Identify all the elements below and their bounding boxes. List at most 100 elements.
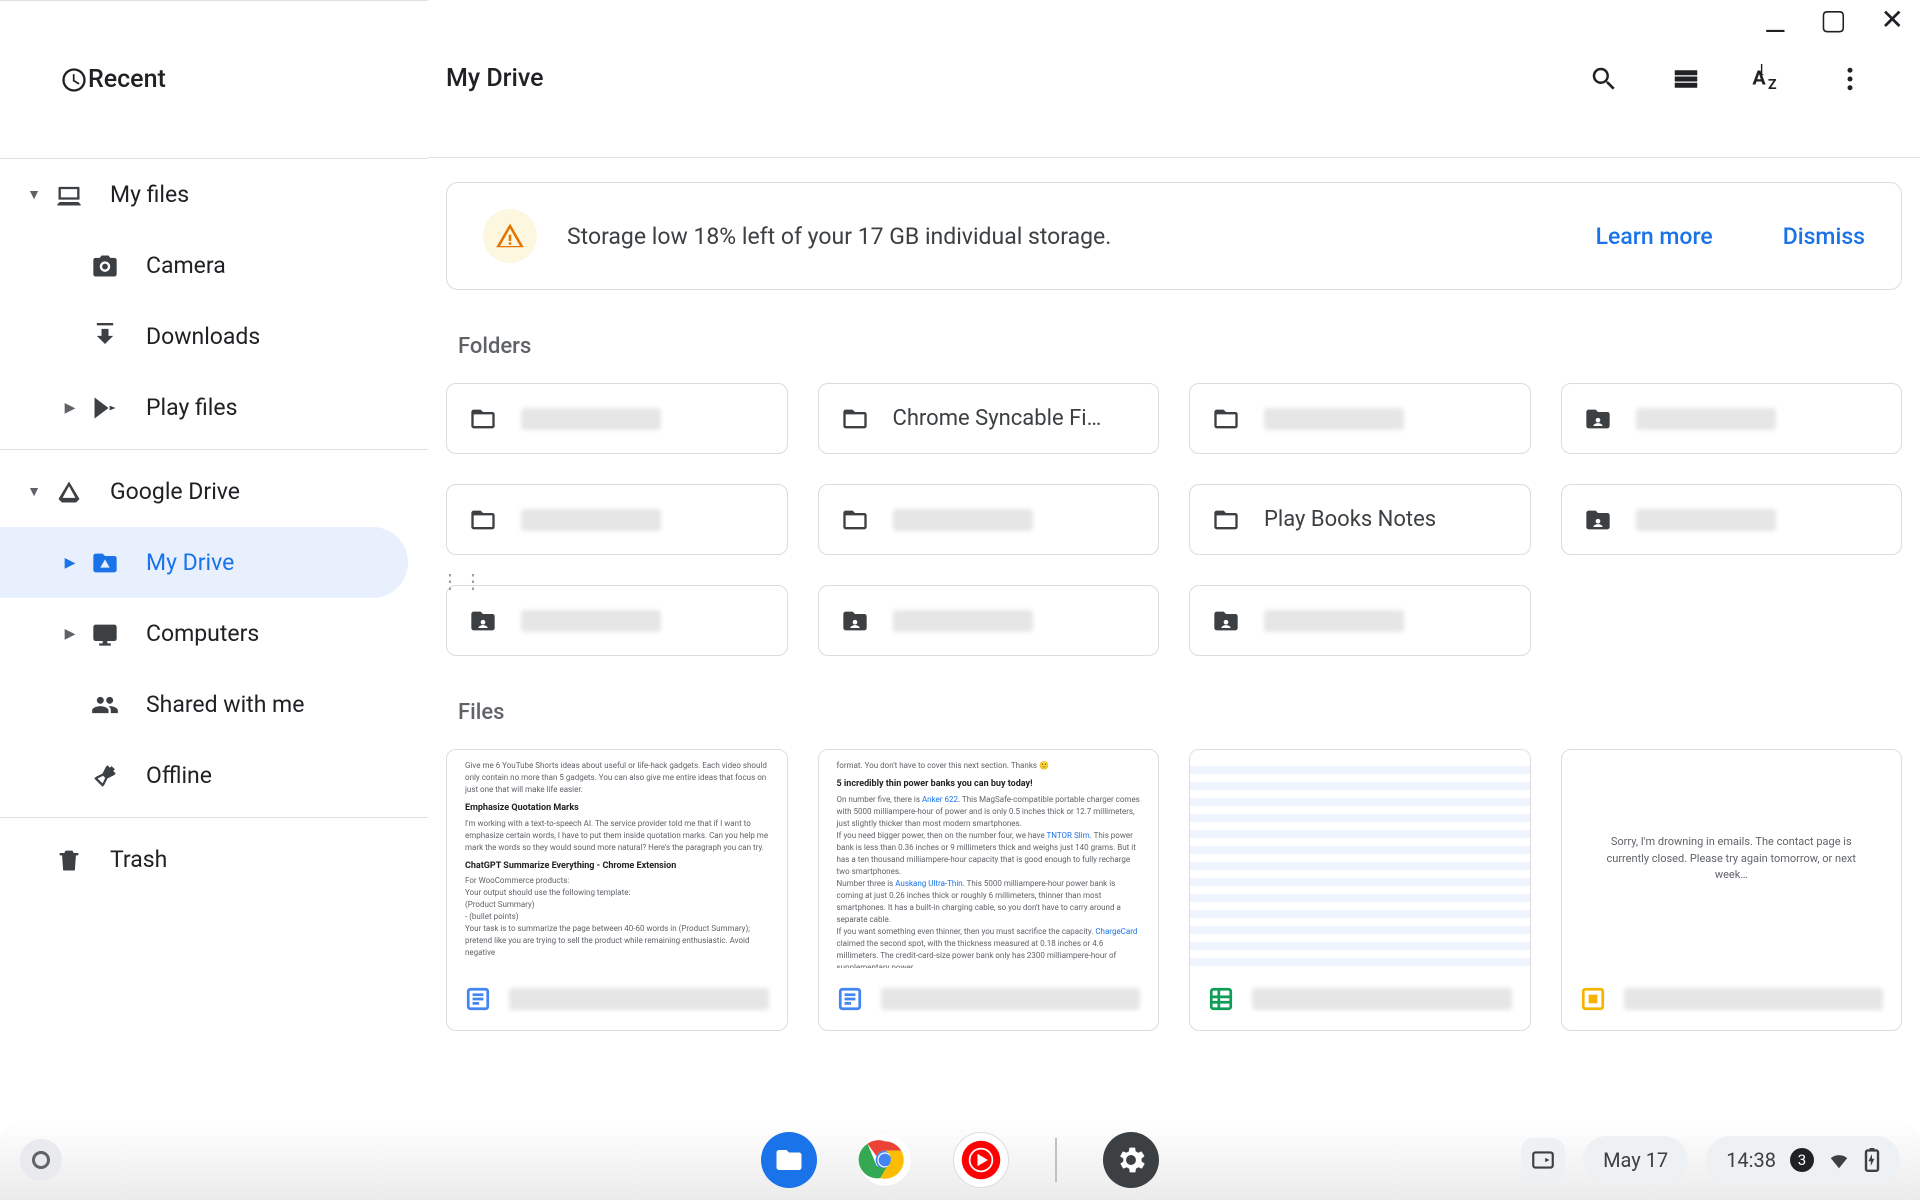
files-label: Files <box>458 700 1902 725</box>
view-toggle-button[interactable] <box>1656 49 1716 109</box>
file-name <box>509 988 769 1010</box>
shelf-apps <box>761 1132 1159 1188</box>
maximize-icon[interactable]: ▢ <box>1820 6 1846 34</box>
trash-label: Trash <box>110 846 167 873</box>
folder-name <box>1264 610 1404 632</box>
main-pane: My Drive AZ Storage low 18% left of your… <box>428 0 1920 1100</box>
file-card[interactable] <box>1189 749 1531 1031</box>
downloads-label: Downloads <box>146 323 260 350</box>
recent-label: Recent <box>88 65 166 94</box>
search-button[interactable] <box>1574 49 1634 109</box>
shelf: May 17 14:38 3 <box>0 1120 1920 1200</box>
offline-pin-icon <box>90 761 120 791</box>
sort-button[interactable]: AZ <box>1738 49 1798 109</box>
more-options-button[interactable] <box>1820 49 1880 109</box>
shared-folder-icon <box>1584 405 1612 433</box>
folder-card[interactable] <box>1561 484 1903 555</box>
google-drive-icon <box>54 477 84 507</box>
phone-hub-button[interactable] <box>1521 1138 1565 1182</box>
file-name <box>1252 988 1512 1010</box>
shared-folder-icon <box>469 607 497 635</box>
window-controls: — ▢ ✕ <box>1764 6 1904 34</box>
play-files-label: Play files <box>146 394 237 421</box>
file-name-bar <box>1562 968 1902 1030</box>
sidebar-item-camera[interactable]: ▶ Camera <box>0 230 428 301</box>
file-thumbnail: format. You don't have to cover this nex… <box>819 750 1159 968</box>
folder-card[interactable] <box>818 585 1160 656</box>
folder-name <box>1636 509 1776 531</box>
folder-card[interactable]: Chrome Syncable Fi… <box>818 383 1160 454</box>
close-icon[interactable]: ✕ <box>1881 6 1904 34</box>
folders-label: Folders <box>458 334 1902 359</box>
files-app-icon[interactable] <box>761 1132 817 1188</box>
folder-name <box>521 509 661 531</box>
folder-icon <box>1212 506 1240 534</box>
chevron-right-icon[interactable]: ▶ <box>60 400 80 416</box>
chevron-right-icon[interactable]: ▶ <box>60 626 80 642</box>
chevron-down-icon[interactable]: ▼ <box>24 483 44 500</box>
sidebar-item-offline[interactable]: ▶ Offline <box>0 740 428 811</box>
recent-header[interactable]: Recent <box>0 1 428 159</box>
chrome-app-icon[interactable] <box>857 1132 913 1188</box>
drag-handle-icon[interactable]: ⋮⋮ <box>440 576 486 586</box>
notification-badge: 3 <box>1790 1148 1814 1172</box>
offline-label: Offline <box>146 762 212 789</box>
folder-card[interactable] <box>1189 383 1531 454</box>
folder-name: Chrome Syncable Fi… <box>893 406 1102 431</box>
sidebar-item-shared-with-me[interactable]: ▶ Shared with me <box>0 669 428 740</box>
dismiss-link[interactable]: Dismiss <box>1783 223 1865 250</box>
folder-card[interactable] <box>1189 585 1531 656</box>
chevron-right-icon[interactable]: ▶ <box>60 555 80 571</box>
folder-card[interactable] <box>446 585 788 656</box>
status-pill[interactable]: 14:38 3 <box>1706 1136 1900 1184</box>
draw-file-icon <box>1580 986 1606 1012</box>
file-name-bar <box>819 968 1159 1030</box>
shared-folder-icon <box>841 607 869 635</box>
date-pill[interactable]: May 17 <box>1583 1136 1688 1184</box>
camera-label: Camera <box>146 252 226 279</box>
sidebar-item-google-drive[interactable]: ▼ Google Drive <box>0 456 428 527</box>
laptop-icon <box>54 180 84 210</box>
file-thumbnail <box>1190 750 1530 968</box>
warning-icon <box>483 209 537 263</box>
sidebar-item-computers[interactable]: ▶ Computers <box>0 598 428 669</box>
folder-card[interactable] <box>446 383 788 454</box>
shared-folder-icon <box>1584 506 1612 534</box>
folder-card[interactable]: Play Books Notes <box>1189 484 1531 555</box>
sidebar-item-play-files[interactable]: ▶ Play files <box>0 372 428 443</box>
clock-icon <box>60 66 88 94</box>
my-drive-label: My Drive <box>146 549 234 576</box>
chevron-down-icon[interactable]: ▼ <box>24 186 44 203</box>
file-card[interactable]: format. You don't have to cover this nex… <box>818 749 1160 1031</box>
youtube-music-app-icon[interactable] <box>953 1132 1009 1188</box>
file-card[interactable]: Give me 6 YouTube Shorts ideas about use… <box>446 749 788 1031</box>
folder-card[interactable] <box>446 484 788 555</box>
sidebar-item-my-drive[interactable]: ▶ My Drive <box>0 527 408 598</box>
settings-app-icon[interactable] <box>1103 1132 1159 1188</box>
file-thumbnail: Give me 6 YouTube Shorts ideas about use… <box>447 750 787 968</box>
sidebar-item-trash[interactable]: ▶ Trash <box>0 824 428 895</box>
sidebar-item-my-files[interactable]: ▼ My files <box>0 159 428 230</box>
folder-grid: Chrome Syncable Fi… Play Books Notes <box>446 383 1902 656</box>
banner-message: Storage low 18% left of your 17 GB indiv… <box>567 223 1526 250</box>
folder-name <box>1264 408 1404 430</box>
folder-card[interactable] <box>818 484 1160 555</box>
google-drive-label: Google Drive <box>110 478 240 505</box>
folder-name <box>521 408 661 430</box>
shelf-divider <box>1055 1138 1057 1182</box>
page-title: My Drive <box>446 64 544 93</box>
file-card[interactable]: Sorry, I'm drowning in emails. The conta… <box>1561 749 1903 1031</box>
doc-file-icon <box>837 986 863 1012</box>
svg-text:A: A <box>1752 66 1766 89</box>
folder-card[interactable] <box>1561 383 1903 454</box>
learn-more-link[interactable]: Learn more <box>1596 223 1713 250</box>
sidebar-item-downloads[interactable]: ▶ Downloads <box>0 301 428 372</box>
minimize-icon[interactable]: — <box>1764 18 1786 46</box>
divider <box>0 817 428 818</box>
my-files-label: My files <box>110 181 189 208</box>
folder-name: Play Books Notes <box>1264 507 1436 532</box>
folder-icon <box>841 405 869 433</box>
sidebar: Recent ▼ My files ▶ Camera ▶ Downloads ▶ <box>0 0 428 1100</box>
folder-name <box>893 610 1033 632</box>
launcher-button[interactable] <box>20 1139 62 1181</box>
